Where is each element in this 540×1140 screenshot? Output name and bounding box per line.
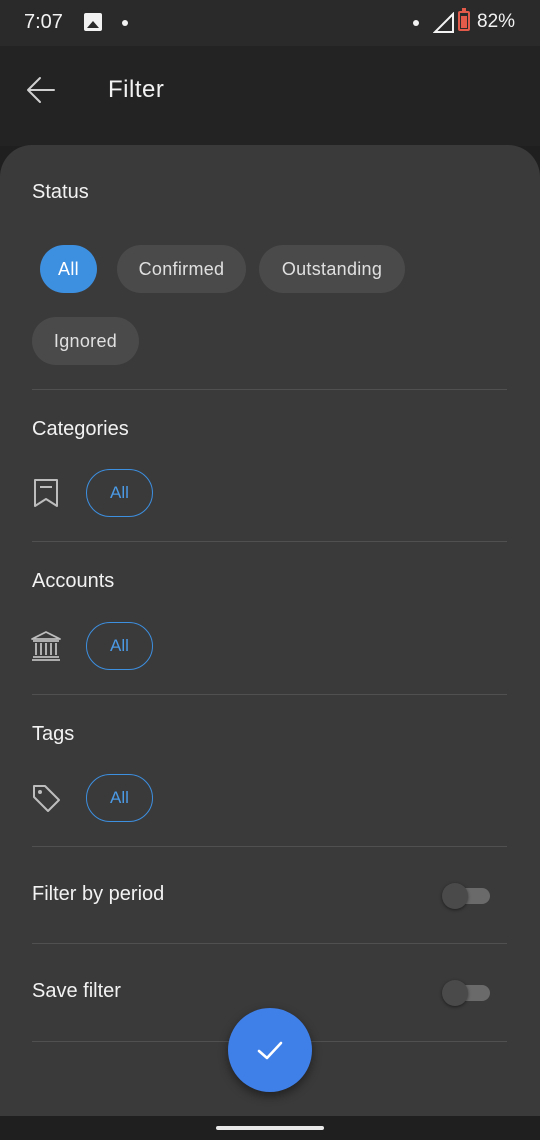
chip-label: All (110, 636, 129, 655)
filter-sheet: Status All Confirmed Outstanding Ignored… (0, 145, 540, 1116)
chip-label: Outstanding (281, 258, 383, 279)
divider (32, 694, 507, 695)
save-filter-toggle[interactable] (442, 980, 490, 1006)
tags-all-chip[interactable]: All (86, 774, 153, 822)
status-time: 7:07 (24, 11, 63, 33)
filter-by-period-toggle[interactable] (442, 883, 490, 909)
status-section-title: Status (32, 181, 89, 203)
battery-icon (458, 8, 470, 31)
chip-label: All (58, 258, 79, 279)
chip-label: Confirmed (138, 258, 225, 279)
battery-percent: 82% (477, 11, 516, 32)
app-bar: Filter (0, 46, 540, 146)
toggle-thumb (442, 980, 468, 1006)
apply-filter-button[interactable] (228, 1008, 312, 1092)
tags-section-title: Tags (32, 723, 75, 745)
filter-by-period-label: Filter by period (32, 883, 165, 905)
accounts-all-chip[interactable]: All (86, 622, 153, 670)
save-filter-label: Save filter (32, 980, 121, 1002)
toggle-thumb (442, 883, 468, 909)
status-chip-ignored[interactable]: Ignored (32, 317, 139, 365)
dot-icon (413, 20, 419, 26)
status-chip-outstanding[interactable]: Outstanding (259, 245, 405, 293)
chip-label: All (110, 483, 129, 502)
bank-icon (31, 631, 61, 661)
divider (32, 541, 507, 542)
divider (32, 846, 507, 847)
status-chip-all[interactable]: All (40, 245, 97, 293)
chip-label: All (110, 788, 129, 807)
bookmark-icon (34, 479, 58, 507)
status-chip-confirmed[interactable]: Confirmed (117, 245, 246, 293)
dot-icon (122, 20, 128, 26)
chip-label: Ignored (53, 330, 118, 351)
home-indicator[interactable] (216, 1126, 324, 1130)
categories-all-chip[interactable]: All (86, 469, 153, 517)
arrow-left-icon (27, 77, 55, 103)
accounts-section-title: Accounts (32, 570, 115, 592)
check-icon (257, 1041, 283, 1060)
signal-icon (433, 12, 454, 33)
navigation-bar (0, 1116, 540, 1140)
categories-section-title: Categories (32, 418, 129, 440)
tag-icon (33, 785, 60, 812)
page-title: Filter (108, 76, 165, 103)
back-button[interactable] (22, 72, 62, 108)
divider (32, 943, 507, 944)
divider (32, 389, 507, 390)
status-bar: 7:07 82% (0, 0, 540, 46)
image-icon (84, 13, 102, 31)
